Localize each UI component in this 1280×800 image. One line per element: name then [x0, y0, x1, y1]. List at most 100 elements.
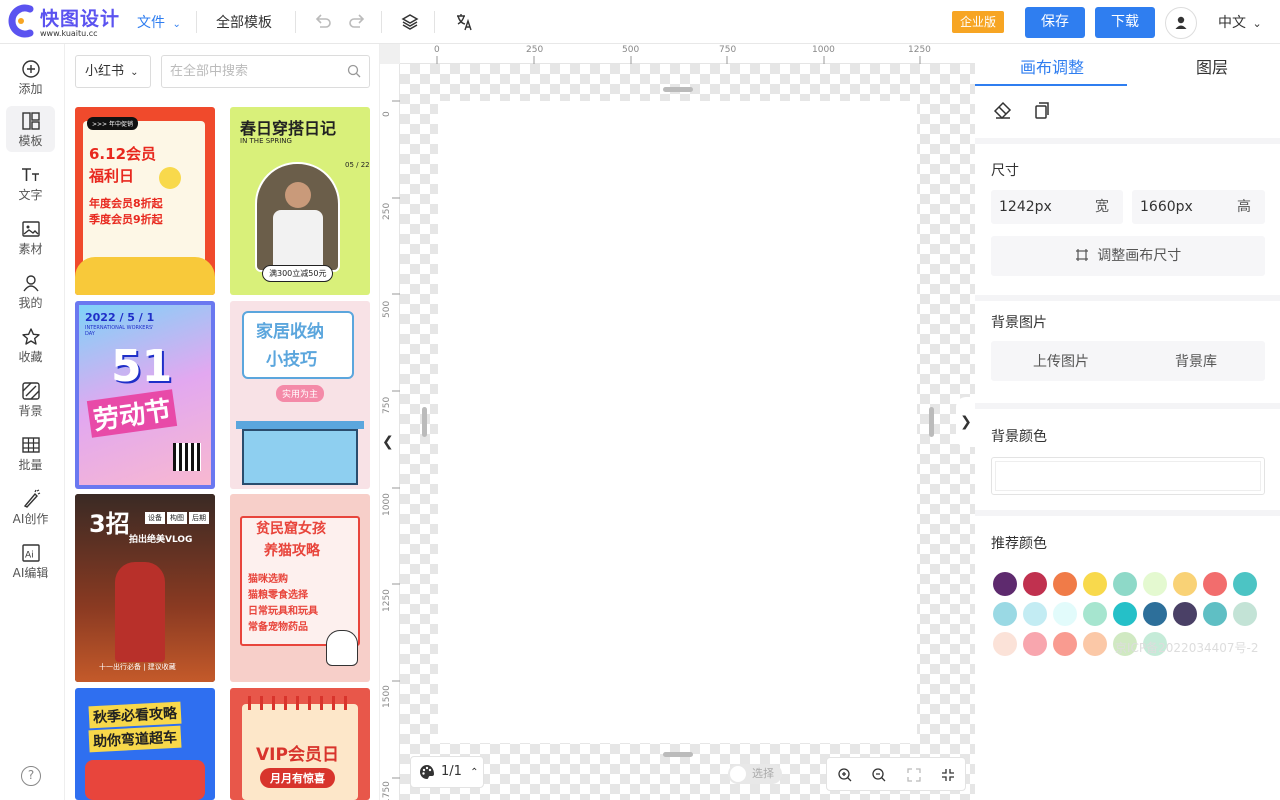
- resize-handle-right[interactable]: [929, 407, 934, 437]
- sidebar-item-ai-edit[interactable]: Ai AI编辑: [6, 538, 55, 584]
- card-date: 05 / 22: [345, 161, 370, 169]
- ruler-ticks: [436, 56, 921, 64]
- card-line: 满300立减50元: [262, 265, 334, 282]
- template-card[interactable]: 2022 / 5 / 1 INTERNATIONAL WORKERS' DAY …: [75, 301, 215, 489]
- bg-library-button[interactable]: 背景库: [1175, 351, 1217, 371]
- collapse-right-icon[interactable]: ❯: [956, 397, 975, 447]
- card-big-number: 51: [111, 341, 173, 392]
- width-field[interactable]: 1242px 宽: [991, 190, 1123, 224]
- resize-handle-top[interactable]: [663, 87, 693, 92]
- color-swatch[interactable]: [1083, 572, 1107, 596]
- sidebar-item-background[interactable]: 背景: [6, 376, 55, 422]
- color-swatch[interactable]: [993, 572, 1017, 596]
- brand-name[interactable]: 快图设计: [40, 4, 120, 31]
- enterprise-badge[interactable]: 企业版: [952, 11, 1004, 33]
- canvas-page[interactable]: [438, 101, 917, 743]
- properties-panel: 画布调整 图层 尺寸 1242px 宽 1660px 高 调整画布尺寸 背景图片…: [975, 44, 1280, 800]
- color-swatch[interactable]: [1023, 632, 1047, 656]
- category-label: 小红书: [85, 64, 125, 79]
- bg-color-picker[interactable]: [991, 457, 1265, 495]
- language-label: 中文: [1218, 15, 1246, 31]
- sidebar-item-assets[interactable]: 素材: [6, 214, 55, 260]
- sidebar-item-mine[interactable]: 我的: [6, 268, 55, 314]
- layers-icon[interactable]: [399, 11, 421, 33]
- color-swatch[interactable]: [1083, 632, 1107, 656]
- ruler-ticks: [392, 100, 400, 779]
- resize-handle-left[interactable]: [422, 407, 427, 437]
- card-tag: 构图: [167, 512, 187, 524]
- page-indicator[interactable]: 1/1 ⌃: [410, 756, 484, 788]
- color-swatch[interactable]: [1113, 602, 1137, 626]
- save-button[interactable]: 保存: [1025, 7, 1085, 38]
- zoom-in-icon[interactable]: [837, 767, 853, 783]
- sidebar-item-add[interactable]: 添加: [6, 54, 55, 100]
- color-swatch[interactable]: [1203, 602, 1227, 626]
- template-card[interactable]: >>> 年中促销 6.12会员福利日 年度会员8折起 季度会员9折起: [75, 107, 215, 295]
- resize-canvas-button[interactable]: 调整画布尺寸: [991, 236, 1265, 276]
- resize-handle-bottom[interactable]: [663, 752, 693, 757]
- fit-screen-icon[interactable]: [906, 767, 922, 783]
- zoom-controls: [826, 757, 966, 791]
- template-card[interactable]: 秋季必看攻略 助你弯道超车: [75, 688, 215, 800]
- language-select[interactable]: 中文 ⌄: [1218, 12, 1262, 32]
- sidebar-item-batch[interactable]: 批量: [6, 430, 55, 476]
- card-line: 2022 / 5 / 1: [85, 311, 155, 324]
- redo-icon[interactable]: [346, 11, 368, 33]
- search-input[interactable]: [161, 55, 370, 88]
- color-swatch[interactable]: [1053, 632, 1077, 656]
- svg-text:Ai: Ai: [25, 551, 34, 561]
- category-select[interactable]: 小红书 ⌄: [75, 55, 151, 88]
- color-swatch[interactable]: [1143, 602, 1167, 626]
- bg-color-preview: [995, 461, 1261, 491]
- color-swatch[interactable]: [1023, 572, 1047, 596]
- card-line: 季度会员9折起: [89, 213, 163, 226]
- undo-icon[interactable]: [312, 11, 334, 33]
- color-swatch[interactable]: [1053, 572, 1077, 596]
- text-icon: [21, 168, 39, 181]
- copy-icon[interactable]: [1032, 101, 1052, 121]
- divider: [295, 11, 296, 33]
- brand-logo-icon[interactable]: [6, 4, 36, 38]
- color-swatch[interactable]: [993, 602, 1017, 626]
- color-swatch[interactable]: [1083, 602, 1107, 626]
- template-card[interactable]: VIP会员日 月月有惊喜: [230, 688, 370, 800]
- height-field[interactable]: 1660px 高: [1132, 190, 1265, 224]
- color-swatch[interactable]: [1143, 572, 1167, 596]
- avatar[interactable]: [1165, 7, 1197, 39]
- template-card[interactable]: 春日穿搭日记 IN THE SPRING 05 / 22 满300立减50元: [230, 107, 370, 295]
- template-card[interactable]: 家居收纳 小技巧 实用为主: [230, 301, 370, 489]
- sidebar-item-text[interactable]: 文字: [6, 160, 55, 206]
- sidebar-item-ai-create[interactable]: AI创作: [6, 484, 55, 530]
- eraser-icon[interactable]: [992, 99, 1014, 121]
- color-swatch[interactable]: [1233, 572, 1257, 596]
- help-button[interactable]: ?: [21, 766, 41, 786]
- color-swatch[interactable]: [1173, 602, 1197, 626]
- sidebar-item-favorites[interactable]: 收藏: [6, 322, 55, 368]
- translate-icon[interactable]: [453, 11, 475, 33]
- download-button[interactable]: 下载: [1095, 7, 1155, 38]
- file-menu[interactable]: 文件 ⌄: [137, 12, 181, 32]
- tab-layers[interactable]: 图层: [1196, 54, 1228, 78]
- template-card[interactable]: 3招 设备 构图 后期 拍出绝美VLOG 十一出行必备 | 建议收藏: [75, 494, 215, 682]
- color-swatch[interactable]: [1203, 572, 1227, 596]
- collapse-left-icon[interactable]: ❮: [382, 434, 396, 456]
- tab-canvas-adjust[interactable]: 画布调整: [1020, 54, 1084, 78]
- template-card[interactable]: 贫民窟女孩 养猫攻略 猫咪选购 猫粮零食选择 日常玩具和玩具 常备宠物药品: [230, 494, 370, 682]
- color-swatch[interactable]: [993, 632, 1017, 656]
- background-icon: [21, 382, 40, 400]
- chevron-down-icon: ⌄: [172, 19, 181, 30]
- search-icon[interactable]: [347, 64, 361, 78]
- zoom-out-icon[interactable]: [871, 767, 887, 783]
- select-toggle[interactable]: 选择: [728, 764, 782, 784]
- sidebar-item-templates[interactable]: 模板: [6, 106, 55, 152]
- card-line: 年度会员8折起: [89, 197, 163, 210]
- color-swatch[interactable]: [1053, 602, 1077, 626]
- color-swatch[interactable]: [1233, 602, 1257, 626]
- all-templates-link[interactable]: 全部模板: [216, 12, 272, 32]
- actual-size-icon[interactable]: [940, 767, 956, 783]
- color-swatch[interactable]: [1173, 572, 1197, 596]
- upload-image-button[interactable]: 上传图片: [1033, 351, 1089, 371]
- color-swatch[interactable]: [1023, 602, 1047, 626]
- color-swatch[interactable]: [1113, 572, 1137, 596]
- card-line: 月月有惊喜: [260, 768, 335, 788]
